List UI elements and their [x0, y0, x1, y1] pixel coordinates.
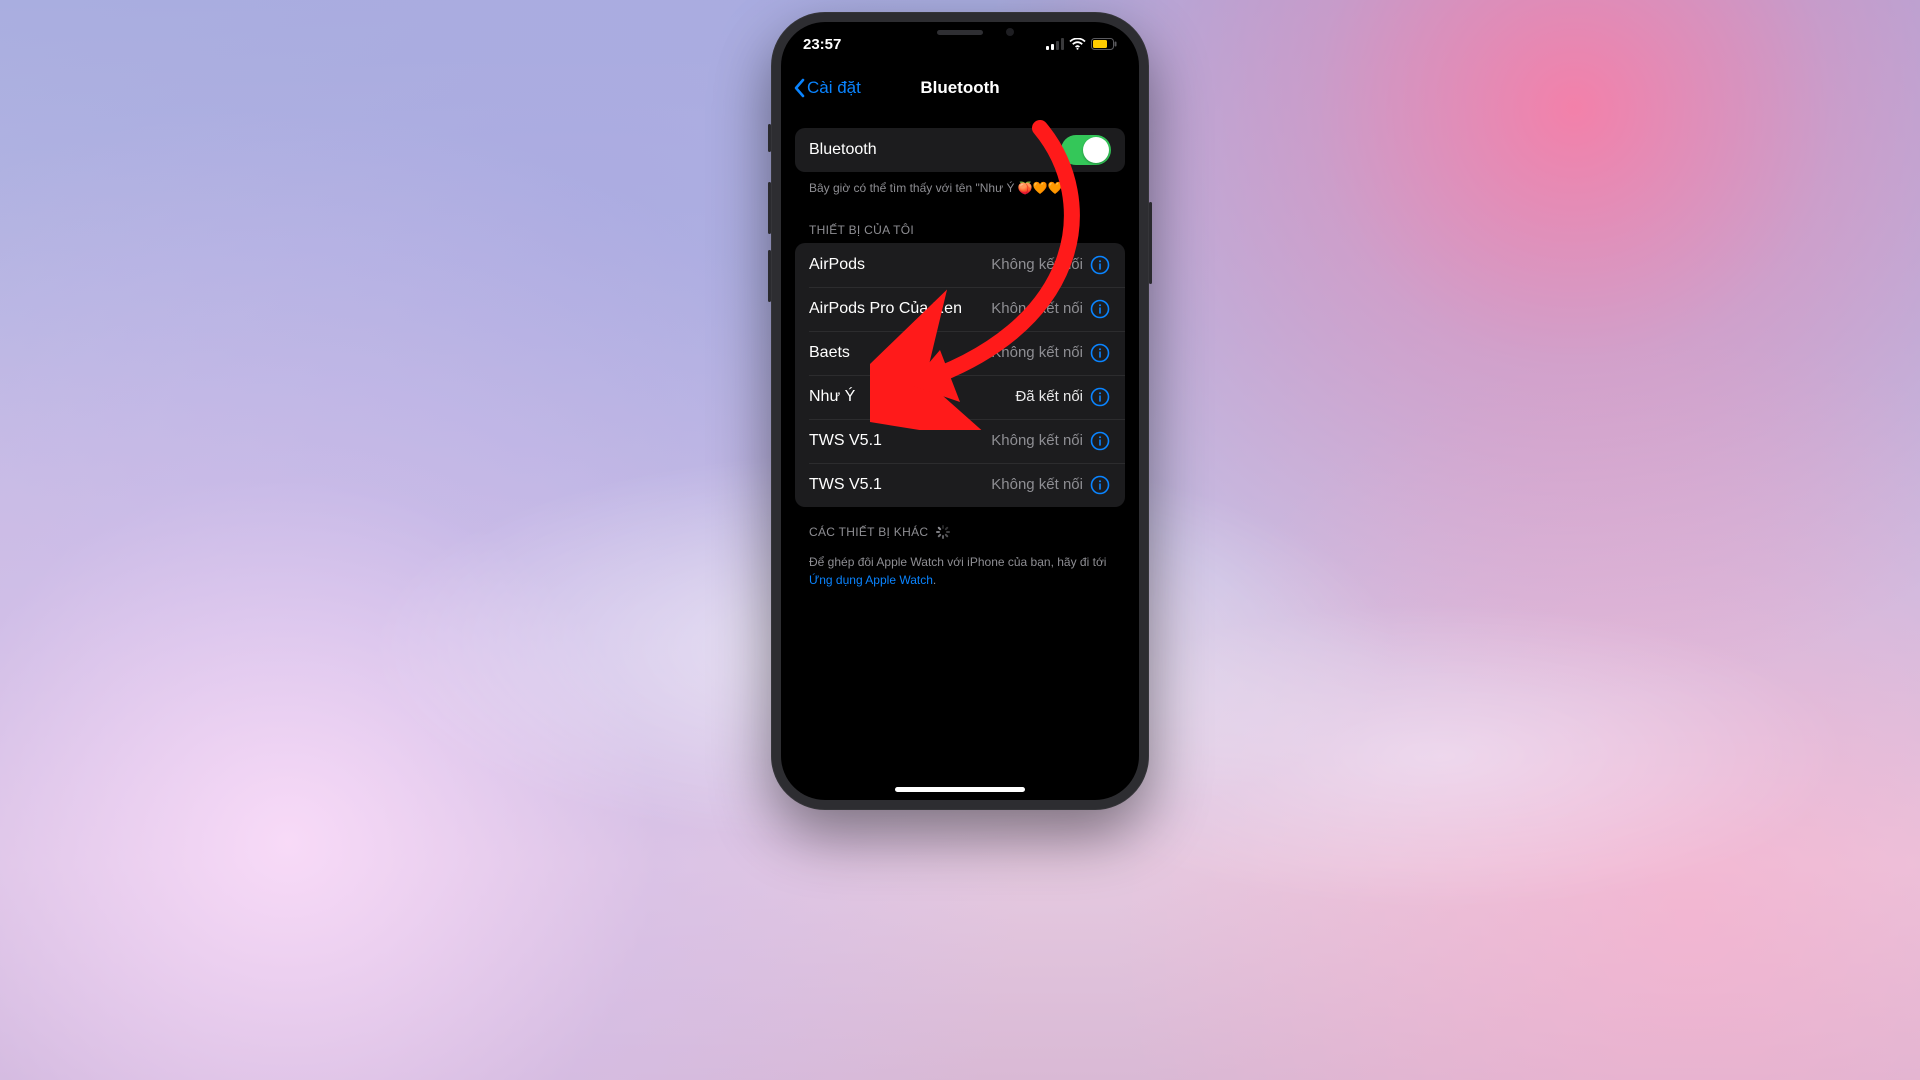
content: Bluetooth Bây giờ có thể tìm thấy với tê…	[781, 110, 1139, 597]
bluetooth-row[interactable]: Bluetooth	[795, 128, 1125, 172]
info-icon	[1090, 299, 1110, 319]
page-title: Bluetooth	[920, 78, 999, 98]
device-status: Đã kết nối	[1015, 388, 1083, 405]
device-info-button[interactable]	[1089, 298, 1111, 320]
back-button[interactable]: Cài đặt	[787, 72, 867, 104]
power-button	[1149, 202, 1152, 284]
device-row[interactable]: TWS V5.1Không kết nối	[795, 463, 1125, 507]
device-name: Như Ý	[809, 388, 1015, 406]
other-devices-header: CÁC THIẾT BỊ KHÁC	[795, 507, 1125, 545]
info-icon	[1090, 255, 1110, 275]
discoverable-caption: Bây giờ có thể tìm thấy với tên "Như Ý 🍑…	[795, 172, 1125, 205]
device-name: Baets	[809, 344, 991, 362]
info-icon	[1090, 431, 1110, 451]
mute-switch	[768, 124, 771, 152]
device-status: Không kết nối	[991, 256, 1083, 273]
device-info-button[interactable]	[1089, 254, 1111, 276]
spinner-icon	[936, 525, 950, 539]
screen: 23:57	[781, 22, 1139, 800]
device-name: TWS V5.1	[809, 432, 991, 450]
back-label: Cài đặt	[807, 78, 861, 98]
status-time: 23:57	[803, 36, 841, 53]
footer-text-suffix: .	[933, 573, 936, 587]
apple-watch-app-link[interactable]: Ứng dụng Apple Watch	[809, 573, 933, 587]
battery-icon	[1091, 38, 1117, 50]
pairing-footer-note: Để ghép đôi Apple Watch với iPhone của b…	[795, 545, 1125, 597]
my-devices-header: THIẾT BỊ CỦA TÔI	[795, 205, 1125, 243]
notch	[875, 22, 1045, 48]
device-status: Không kết nối	[991, 476, 1083, 493]
info-icon	[1090, 387, 1110, 407]
device-name: TWS V5.1	[809, 476, 991, 494]
device-info-button[interactable]	[1089, 342, 1111, 364]
volume-up-button	[768, 182, 771, 234]
info-icon	[1090, 475, 1110, 495]
phone-frame: 23:57	[771, 12, 1149, 810]
nav-bar: Cài đặt Bluetooth	[781, 66, 1139, 110]
home-indicator[interactable]	[895, 787, 1025, 792]
wifi-icon	[1069, 38, 1086, 50]
device-status: Không kết nối	[991, 344, 1083, 361]
device-row[interactable]: AirPods Pro Của RenKhông kết nối	[795, 287, 1125, 331]
bluetooth-switch[interactable]	[1061, 135, 1111, 165]
volume-down-button	[768, 250, 771, 302]
device-name: AirPods	[809, 256, 991, 274]
device-info-button[interactable]	[1089, 430, 1111, 452]
device-name: AirPods Pro Của Ren	[809, 300, 991, 318]
cellular-icon	[1046, 38, 1064, 50]
device-row[interactable]: AirPodsKhông kết nối	[795, 243, 1125, 287]
my-devices-list: AirPodsKhông kết nốiAirPods Pro Của RenK…	[795, 243, 1125, 507]
device-row[interactable]: Như ÝĐã kết nối	[795, 375, 1125, 419]
device-status: Không kết nối	[991, 432, 1083, 449]
info-icon	[1090, 343, 1110, 363]
device-row[interactable]: TWS V5.1Không kết nối	[795, 419, 1125, 463]
footer-text-prefix: Để ghép đôi Apple Watch với iPhone của b…	[809, 555, 1106, 569]
device-info-button[interactable]	[1089, 474, 1111, 496]
chevron-left-icon	[793, 78, 805, 98]
device-info-button[interactable]	[1089, 386, 1111, 408]
device-row[interactable]: BaetsKhông kết nối	[795, 331, 1125, 375]
bluetooth-label: Bluetooth	[809, 141, 1061, 159]
device-status: Không kết nối	[991, 300, 1083, 317]
